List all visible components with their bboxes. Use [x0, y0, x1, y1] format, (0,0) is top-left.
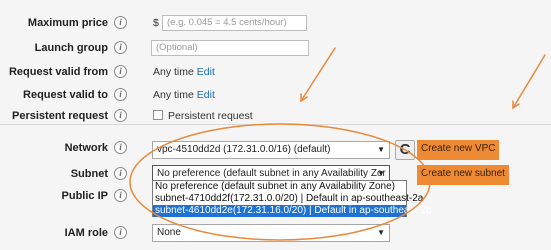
annotation-arrow — [300, 47, 336, 103]
spot-request-form: Maximum price i $ (e.g. 0.045 = 4.5 cent… — [0, 0, 551, 250]
highlight-ellipse — [129, 123, 431, 241]
annotation-arrow — [512, 54, 546, 110]
annotation-overlay — [129, 47, 546, 241]
